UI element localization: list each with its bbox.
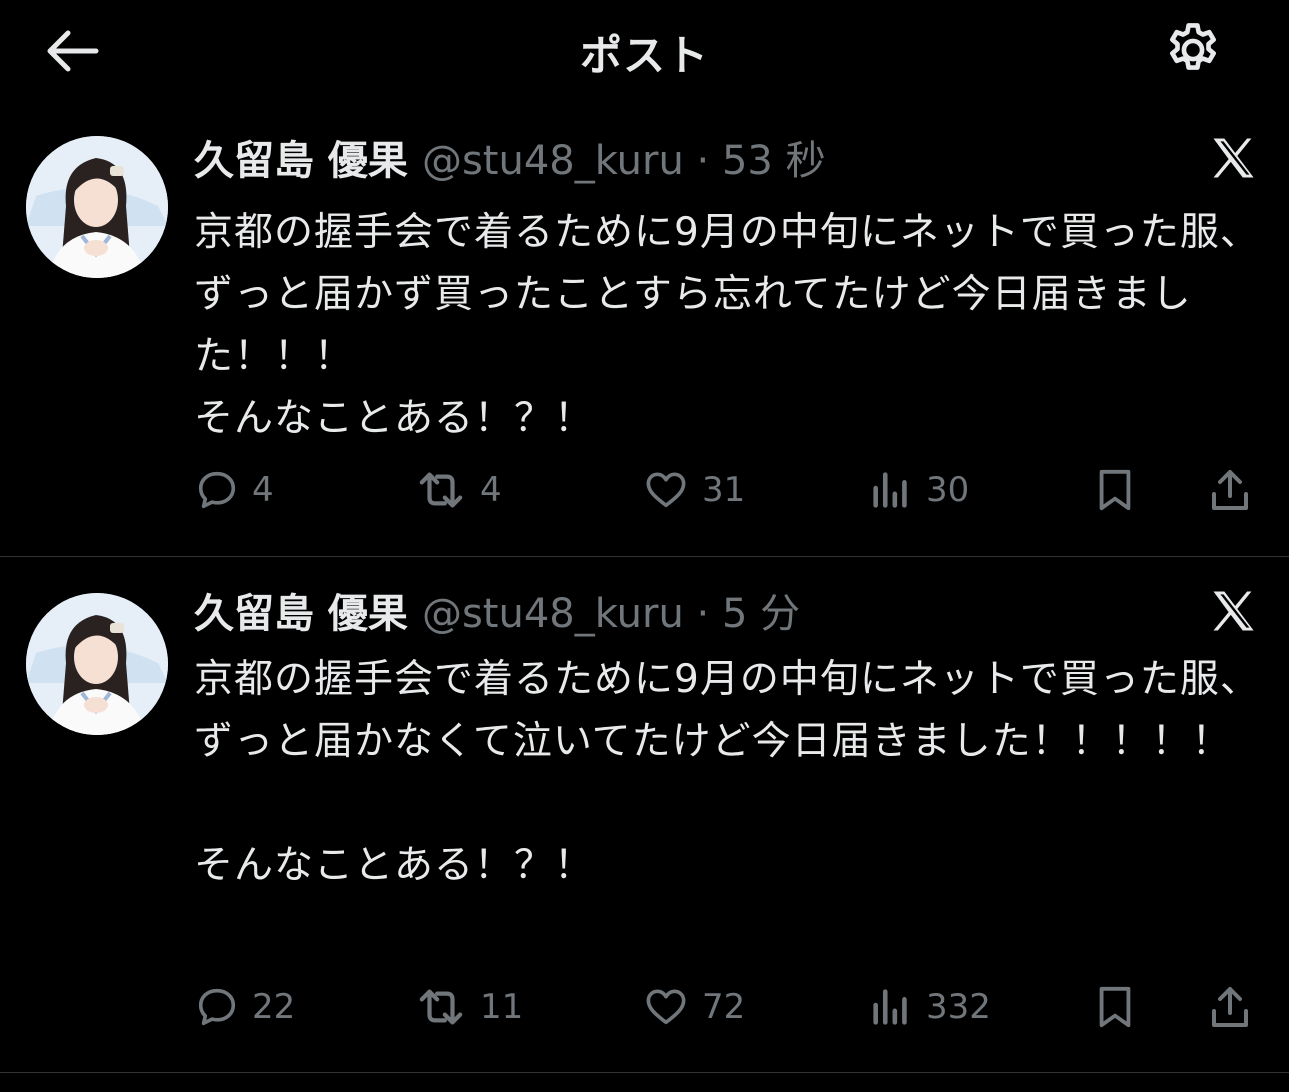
repost-icon: [419, 989, 463, 1025]
tweet-header: 久留島 優果 @stu48_kuru · 5 分: [194, 589, 800, 639]
reply-icon: [198, 988, 236, 1026]
gear-icon: [1170, 23, 1216, 70]
bookmark-button[interactable]: [1092, 977, 1138, 1037]
like-button[interactable]: 31: [642, 460, 745, 520]
profile-photo: [26, 136, 168, 278]
display-name[interactable]: 久留島 優果: [194, 591, 408, 637]
views-chart-icon: [873, 472, 907, 508]
x-logo-icon: [1213, 591, 1254, 631]
like-count: 31: [702, 470, 746, 510]
view-count: 332: [926, 987, 991, 1027]
top-bar: ポスト: [0, 0, 1289, 104]
x-logo-icon: [1213, 138, 1254, 178]
avatar[interactable]: [26, 136, 168, 278]
avatar[interactable]: [26, 593, 168, 735]
like-count: 72: [702, 987, 746, 1027]
timestamp[interactable]: 53 秒: [722, 138, 826, 184]
display-name[interactable]: 久留島 優果: [194, 138, 408, 184]
repost-count: 4: [480, 470, 502, 510]
share-button[interactable]: [1206, 460, 1254, 520]
repost-button[interactable]: 4: [414, 460, 502, 520]
tweet-actions: 4 4 31 30: [0, 460, 1289, 520]
reply-icon: [198, 471, 236, 509]
view-count: 30: [926, 470, 970, 510]
tweet-actions: 22 11 72 332: [0, 977, 1289, 1037]
repost-count: 11: [480, 987, 524, 1027]
bookmark-button[interactable]: [1092, 460, 1138, 520]
heart-icon: [646, 472, 686, 508]
tweet-header: 久留島 優果 @stu48_kuru · 53 秒: [194, 136, 826, 186]
reply-count: 4: [252, 470, 274, 510]
heart-icon: [646, 989, 686, 1025]
profile-photo: [26, 593, 168, 735]
user-handle[interactable]: @stu48_kuru: [422, 591, 684, 637]
repost-icon: [419, 472, 463, 508]
bookmark-icon: [1099, 469, 1131, 511]
bookmark-icon: [1099, 986, 1131, 1028]
reply-button[interactable]: 4: [194, 460, 274, 520]
separator-dot: ·: [696, 591, 710, 637]
share-icon: [1212, 470, 1248, 510]
like-button[interactable]: 72: [642, 977, 745, 1037]
reply-button[interactable]: 22: [194, 977, 295, 1037]
share-icon: [1212, 987, 1248, 1027]
page-title: ポスト: [579, 31, 709, 80]
settings-button[interactable]: [1158, 18, 1228, 82]
separator-dot: ·: [696, 138, 710, 184]
views-button[interactable]: 30: [868, 460, 969, 520]
repost-button[interactable]: 11: [414, 977, 523, 1037]
user-handle[interactable]: @stu48_kuru: [422, 138, 684, 184]
tweet[interactable]: 久留島 優果 @stu48_kuru · 5 分 京都の握手会で着るために9月の中…: [0, 557, 1289, 1073]
views-button[interactable]: 332: [868, 977, 991, 1037]
share-button[interactable]: [1206, 977, 1254, 1037]
reply-count: 22: [252, 987, 296, 1027]
tweet-text: 京都の握手会で着るために9月の中旬にネットで買った服、ずっと届かなくて泣いてたけ…: [194, 657, 1260, 888]
timestamp[interactable]: 5 分: [722, 591, 800, 637]
tweet[interactable]: 久留島 優果 @stu48_kuru · 53 秒 京都の握手会で着るために9月の…: [0, 110, 1289, 556]
tweet-text: 京都の握手会で着るために9月の中旬にネットで買った服、ずっと届かず買ったことすら…: [194, 210, 1260, 441]
views-chart-icon: [873, 989, 907, 1025]
divider: [0, 1072, 1289, 1073]
